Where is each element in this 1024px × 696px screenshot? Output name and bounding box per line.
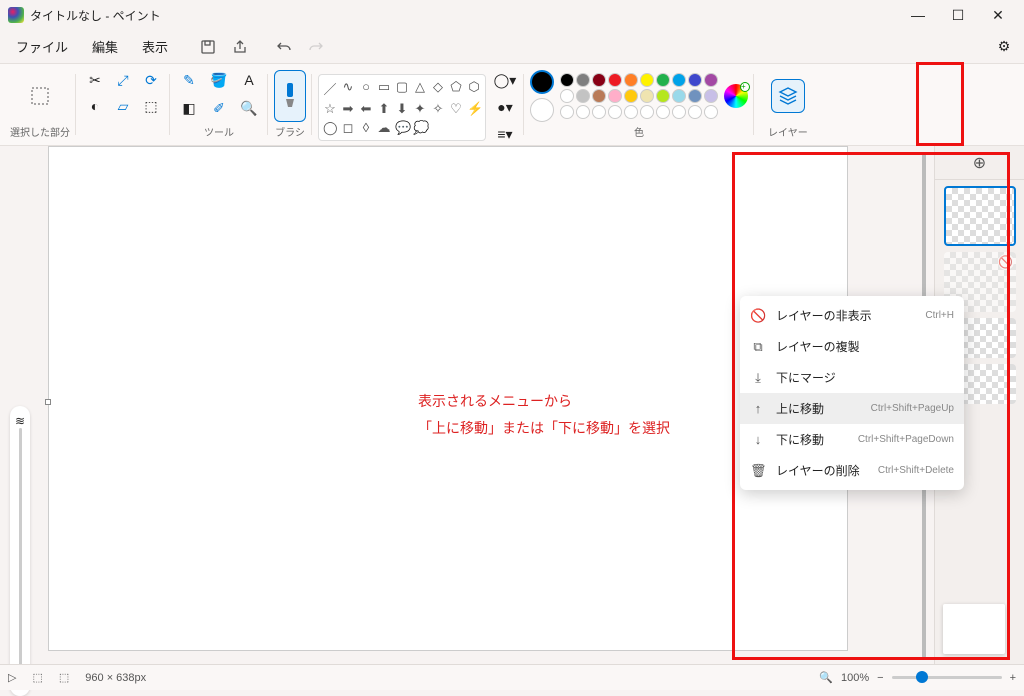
share-button[interactable] <box>226 33 254 61</box>
edit-colors-button[interactable]: + <box>724 84 748 108</box>
menu-item-icon: 🗑 <box>750 463 766 479</box>
color-swatch[interactable] <box>624 89 638 103</box>
canvas-dimensions: 960 × 638px <box>85 672 146 684</box>
menu-item-icon: 🚫 <box>750 308 766 324</box>
color-swatch[interactable] <box>560 73 574 87</box>
rotate-button[interactable]: ⟳ <box>138 68 164 92</box>
menubar: ファイル 編集 表示 ⚙ <box>0 30 1024 64</box>
context-menu-item[interactable]: 🗑レイヤーの削除Ctrl+Shift+Delete <box>740 455 964 486</box>
zoom-slider[interactable] <box>892 676 1002 679</box>
brush-size-slider[interactable]: ≋ • <box>10 406 30 696</box>
text-tool[interactable]: A <box>236 68 262 92</box>
color-swatch[interactable] <box>688 89 702 103</box>
crop-button[interactable]: ✂ <box>82 68 108 92</box>
color-swatch-empty[interactable] <box>672 105 686 119</box>
pencil-tool[interactable]: ✎ <box>176 68 202 92</box>
size-icon: ⬚ <box>59 671 69 684</box>
close-button[interactable]: ✕ <box>988 7 1008 24</box>
context-menu-item[interactable]: ↓下に移動Ctrl+Shift+PageDown <box>740 424 964 455</box>
color-swatch-empty[interactable] <box>608 105 622 119</box>
color-swatch[interactable] <box>656 89 670 103</box>
color-swatch-empty[interactable] <box>560 105 574 119</box>
context-menu-item[interactable]: ⤓下にマージ <box>740 362 964 393</box>
menu-edit[interactable]: 編集 <box>82 33 128 60</box>
save-button[interactable] <box>194 33 222 61</box>
layer-context-menu: 🚫レイヤーの非表示Ctrl+H⧉レイヤーの複製⤓下にマージ↑上に移動Ctrl+S… <box>740 296 964 490</box>
color-swatch[interactable] <box>704 73 718 87</box>
outline-button[interactable]: ◯▾ <box>492 68 518 92</box>
eraser-tool[interactable]: ◧ <box>176 96 202 120</box>
color-swatch[interactable] <box>656 73 670 87</box>
fill-shape-button[interactable]: ●▾ <box>492 95 518 119</box>
color1[interactable] <box>530 70 554 94</box>
menu-item-icon: ⤓ <box>750 370 766 386</box>
magnifier-tool[interactable]: 🔍 <box>236 96 262 120</box>
ribbon: 選択した部分 ✂ ⤢ ⟳ ◐ ▱ ⬚ イメージ ✎ 🪣 A ◧ ✐ 🔍 ツール … <box>0 64 1024 146</box>
picker-tool[interactable]: ✐ <box>206 96 232 120</box>
color-swatch[interactable] <box>576 89 590 103</box>
menu-file[interactable]: ファイル <box>6 33 78 60</box>
remove-bg-button[interactable]: ⬚ <box>138 94 164 118</box>
color2[interactable] <box>530 98 554 122</box>
flip-button[interactable]: ◐ <box>82 94 108 118</box>
fill-tool[interactable]: 🪣 <box>206 68 232 92</box>
color-swatch[interactable] <box>672 89 686 103</box>
add-layer-button[interactable]: ⊕ <box>935 146 1024 180</box>
color-swatch[interactable] <box>672 73 686 87</box>
selection-tool[interactable] <box>22 72 58 120</box>
layers-button[interactable] <box>771 79 805 113</box>
color-swatch[interactable] <box>592 89 606 103</box>
menu-item-icon: ↑ <box>750 401 766 416</box>
color-swatch-empty[interactable] <box>704 105 718 119</box>
window-title: タイトルなし - ペイント <box>30 7 161 24</box>
maximize-button[interactable]: ☐ <box>948 7 968 24</box>
color-swatch-empty[interactable] <box>656 105 670 119</box>
color-swatch[interactable] <box>640 73 654 87</box>
color-swatch-empty[interactable] <box>624 105 638 119</box>
zoom-plus-button[interactable]: + <box>1010 672 1016 684</box>
brush-tool[interactable] <box>274 70 306 122</box>
titlebar: タイトルなし - ペイント — ☐ ✕ <box>0 0 1024 30</box>
layer-thumb-1[interactable] <box>944 186 1016 246</box>
resize-button[interactable]: ⤢ <box>110 68 136 92</box>
redo-button[interactable] <box>302 33 330 61</box>
app-icon <box>8 7 24 23</box>
color-swatch[interactable] <box>688 73 702 87</box>
thickness-button[interactable]: ≡▾ <box>492 122 518 146</box>
menu-item-icon: ↓ <box>750 432 766 447</box>
zoom-out-button[interactable]: 🔍 <box>819 671 833 684</box>
zoom-value: 100% <box>841 672 869 684</box>
color-swatch[interactable] <box>640 89 654 103</box>
visibility-off-icon: 🚫 <box>998 254 1014 270</box>
color-swatch[interactable] <box>608 73 622 87</box>
shapes-gallery[interactable]: ／∿○▭▢△◇⬠⬡ ☆➡⬅⬆⬇✦✧♡⚡ ◯◻◊☁💬💭 <box>318 74 486 141</box>
color-swatch[interactable] <box>704 89 718 103</box>
color-swatch-empty[interactable] <box>592 105 606 119</box>
cursor-icon: ▷ <box>8 671 16 684</box>
canvas[interactable] <box>48 146 848 651</box>
color-swatch[interactable] <box>576 73 590 87</box>
context-menu-item[interactable]: 🚫レイヤーの非表示Ctrl+H <box>740 300 964 331</box>
selection-icon: ⬚ <box>32 671 42 684</box>
skew-button[interactable]: ▱ <box>110 94 136 118</box>
menu-item-icon: ⧉ <box>750 339 766 355</box>
minimize-button[interactable]: — <box>908 7 928 24</box>
menu-view[interactable]: 表示 <box>132 33 178 60</box>
color-swatch-empty[interactable] <box>576 105 590 119</box>
minimap[interactable] <box>943 604 1005 654</box>
color-palette[interactable] <box>560 73 718 119</box>
context-menu-item[interactable]: ⧉レイヤーの複製 <box>740 331 964 362</box>
color-swatch-empty[interactable] <box>640 105 654 119</box>
context-menu-item[interactable]: ↑上に移動Ctrl+Shift+PageUp <box>740 393 964 424</box>
color-swatch[interactable] <box>608 89 622 103</box>
statusbar: ▷ ⬚ ⬚ 960 × 638px 🔍 100% − + <box>0 664 1024 690</box>
undo-button[interactable] <box>270 33 298 61</box>
color-swatch[interactable] <box>560 89 574 103</box>
color-swatch[interactable] <box>624 73 638 87</box>
settings-button[interactable]: ⚙ <box>990 33 1018 61</box>
zoom-minus-button[interactable]: − <box>877 672 883 684</box>
color-swatch-empty[interactable] <box>688 105 702 119</box>
color-swatch[interactable] <box>592 73 606 87</box>
